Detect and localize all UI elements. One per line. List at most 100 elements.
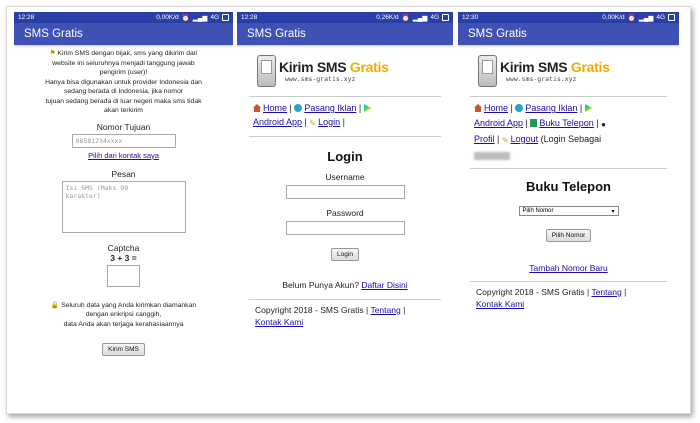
register-link[interactable]: Daftar Disini — [361, 280, 407, 290]
status-network: 4G — [210, 14, 219, 21]
logo-accent-text: Gratis — [349, 59, 389, 75]
logo-accent-text: Gratis — [570, 59, 610, 75]
security-line: Seluruh data yang Anda kirimkan diamanka… — [61, 301, 197, 309]
site-logo[interactable]: Kirim SMS Gratis www.sms-gratis.xyz — [257, 55, 453, 87]
footer: Copyright 2018 - SMS Gratis | Tentang | … — [255, 305, 406, 327]
lock-icon: 🔒 — [50, 301, 60, 309]
battery-icon — [222, 14, 229, 21]
no-account-text: Belum Punya Akun? — [282, 280, 359, 290]
notice-line: pengirim (user)! — [99, 69, 148, 76]
logo-main-text: Kirim SMS — [500, 59, 568, 75]
security-note: 🔒 Seluruh data yang Anda kirimkan diaman… — [14, 297, 233, 330]
password-input[interactable] — [285, 221, 405, 235]
divider — [249, 136, 441, 137]
nav-home[interactable]: Home — [263, 103, 287, 113]
nav-profile[interactable]: Profil — [474, 134, 495, 144]
screen-login: 12:28 0,26K/d ⏰ ▂▄▆ 4G SMS Gratis Kirim … — [237, 12, 453, 410]
signal-icon: ▂▄▆ — [638, 14, 654, 22]
app-bar: SMS Gratis — [237, 23, 453, 45]
nav-android-app[interactable]: Android App — [474, 118, 523, 128]
redacted-username — [474, 151, 510, 160]
notice-line: website ini seluruhnya menjadi tanggung … — [52, 59, 195, 67]
nomor-label: Nomor Tujuan — [96, 121, 151, 132]
logo-main-text: Kirim SMS — [279, 59, 347, 75]
notice-line: akan terkirim — [104, 107, 143, 114]
phonebook-title: Buku Telepon — [526, 179, 611, 194]
google-play-icon — [363, 104, 372, 112]
alarm-icon: ⏰ — [627, 14, 636, 22]
login-title: Login — [327, 149, 363, 164]
about-link[interactable]: Tentang — [591, 287, 621, 297]
copyright-text: Copyright 2018 - SMS Gratis | — [476, 287, 590, 297]
divider — [470, 168, 667, 169]
home-icon — [253, 104, 261, 112]
status-bar: 12:30 0,00K/d ⏰ ▂▄▆ 4G — [458, 12, 679, 23]
contact-us-link[interactable]: Kontak Kami — [255, 317, 303, 327]
number-select-value: Pilih Nomor — [522, 208, 554, 214]
captcha-label: Captcha — [107, 242, 140, 253]
nav-menu: Home | Pasang Iklan | Android App | ✎ Log… — [237, 97, 453, 136]
pick-contact-link[interactable]: Pilih dari kontak saya — [88, 151, 159, 160]
notice-line: tujuan sedang berada di luar negeri maka… — [45, 97, 202, 105]
status-speed: 0,26K/d — [376, 14, 399, 21]
home-icon — [474, 104, 482, 112]
book-icon — [530, 118, 538, 127]
app-title: SMS Gratis — [468, 28, 527, 40]
nav-phonebook[interactable]: Buku Telepon — [539, 118, 593, 128]
nav-android-app[interactable]: Android App — [253, 117, 302, 127]
send-sms-button[interactable]: Kirim SMS — [102, 343, 145, 356]
status-speed: 0,00K/d — [156, 14, 179, 21]
status-time: 12:30 — [462, 14, 479, 21]
status-bar: 12:28 0,26K/d ⏰ ▂▄▆ 4G — [237, 12, 453, 23]
pesan-textarea[interactable]: Isi SMS (Maks 90 karakter) — [61, 180, 186, 233]
notice-text: ⚑ Kirim SMS dengan bijak, sms yang dikir… — [14, 45, 233, 116]
contact-us-link[interactable]: Kontak Kami — [476, 299, 524, 309]
captcha-input[interactable] — [107, 264, 140, 287]
add-number-link[interactable]: Tambah Nomor Baru — [529, 263, 607, 273]
alarm-icon: ⏰ — [181, 14, 190, 22]
screen-phonebook: 12:30 0,00K/d ⏰ ▂▄▆ 4G SMS Gratis Kirim … — [458, 12, 679, 410]
signal-icon: ▂▄▆ — [192, 14, 208, 22]
phone-icon — [478, 55, 497, 87]
signal-icon: ▂▄▆ — [412, 14, 428, 22]
nav-ads[interactable]: Pasang Iklan — [304, 103, 356, 113]
notice-line: Kirim SMS dengan bijak, sms yang dikirim… — [57, 50, 198, 57]
nav-home[interactable]: Home — [484, 103, 508, 113]
app-bar: SMS Gratis — [458, 23, 679, 45]
globe-icon — [294, 104, 303, 112]
captcha-question: 3 + 3 = — [110, 252, 137, 263]
key-icon: ✎ — [501, 136, 509, 145]
pesan-label: Pesan — [111, 168, 136, 179]
status-time: 12:28 — [18, 14, 35, 21]
logged-in-as-text: (Login Sebagai — [540, 134, 602, 144]
nav-logout[interactable]: Logout — [511, 134, 539, 144]
phone-icon — [257, 55, 276, 87]
number-select[interactable]: Pilih Nomor ▾ — [518, 206, 619, 216]
about-link[interactable]: Tentang — [370, 305, 400, 315]
nomor-input[interactable]: 08581234xxxx — [71, 133, 176, 148]
globe-icon — [515, 104, 524, 112]
nav-login[interactable]: Login — [318, 117, 340, 127]
security-line: data Anda akan terjaga kerahasiaannya — [63, 320, 184, 328]
password-label: Password — [326, 208, 364, 218]
username-input[interactable] — [285, 185, 405, 199]
status-time: 12:28 — [241, 14, 258, 21]
google-play-icon — [584, 104, 593, 112]
alarm-icon: ⏰ — [401, 14, 410, 22]
nav-ads[interactable]: Pasang Iklan — [525, 103, 577, 113]
key-icon: ✎ — [309, 119, 317, 128]
user-icon: ● — [601, 119, 606, 129]
pick-number-button[interactable]: Pilih Nomor — [545, 229, 592, 242]
login-button[interactable]: Login — [331, 248, 359, 261]
warning-icon: ⚑ — [49, 50, 56, 57]
battery-icon — [442, 14, 449, 21]
dropdown-arrow-icon: ▾ — [611, 208, 615, 215]
site-logo[interactable]: Kirim SMS Gratis www.sms-gratis.xyz — [478, 55, 679, 87]
footer: Copyright 2018 - SMS Gratis | Tentang | … — [476, 287, 627, 309]
battery-icon — [668, 14, 675, 21]
screen-send-sms: 12:28 0,00K/d ⏰ ▂▄▆ 4G SMS Gratis ⚑ Kiri… — [14, 12, 233, 410]
security-line: dengan enkripsi canggih, — [85, 311, 162, 318]
status-network: 4G — [656, 14, 665, 21]
app-bar: SMS Gratis — [14, 23, 233, 45]
nav-menu: Home | Pasang Iklan | Android App | Buku… — [458, 97, 679, 168]
